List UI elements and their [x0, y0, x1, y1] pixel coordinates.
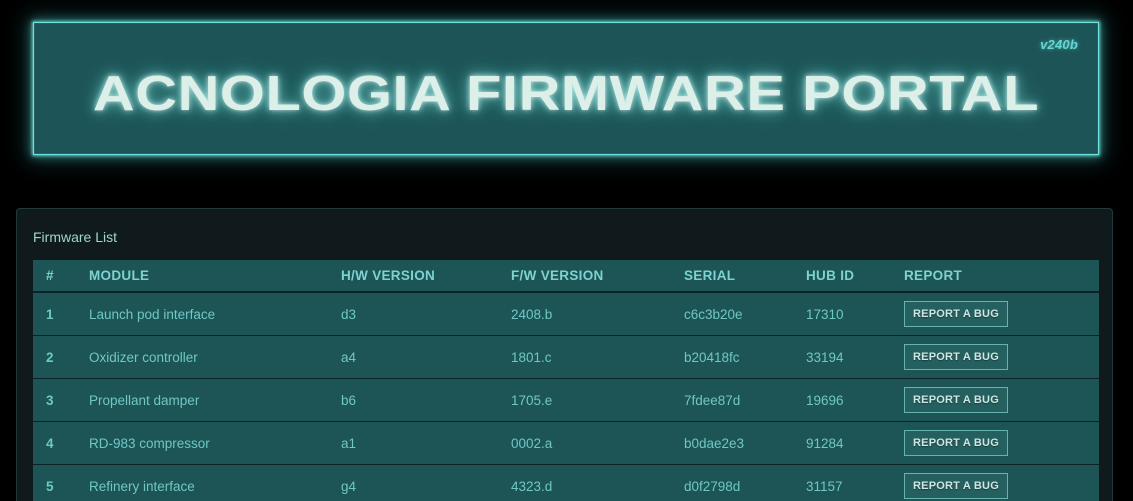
cell-number: 5: [33, 464, 89, 501]
cell-hub-id: 91284: [806, 421, 904, 465]
cell-hub-id: 17310: [806, 292, 904, 336]
column-header-serial[interactable]: SERIAL: [684, 260, 806, 293]
table-row: 1 Launch pod interface d3 2408.b c6c3b20…: [33, 292, 1099, 336]
column-header-module[interactable]: MODULE: [89, 260, 341, 293]
column-header-hub-id[interactable]: HUB ID: [806, 260, 904, 293]
report-a-bug-button[interactable]: REPORT A BUG: [904, 344, 1008, 370]
cell-serial: c6c3b20e: [684, 292, 806, 336]
cell-serial: b0dae2e3: [684, 421, 806, 465]
cell-number: 4: [33, 421, 89, 465]
firmware-table-body: 1 Launch pod interface d3 2408.b c6c3b20…: [33, 292, 1099, 501]
firmware-table: # MODULE H/W VERSION F/W VERSION SERIAL …: [33, 260, 1099, 501]
cell-module: Launch pod interface: [89, 292, 341, 336]
report-a-bug-button[interactable]: REPORT A BUG: [904, 387, 1008, 413]
cell-hw-version: g4: [341, 464, 511, 501]
column-header-number[interactable]: #: [33, 260, 89, 293]
column-header-fw-version[interactable]: F/W VERSION: [511, 260, 684, 293]
cell-report: REPORT A BUG: [904, 464, 1099, 501]
report-a-bug-button[interactable]: REPORT A BUG: [904, 301, 1008, 327]
cell-number: 2: [33, 335, 89, 379]
cell-fw-version: 1801.c: [511, 335, 684, 379]
column-header-hw-version[interactable]: H/W VERSION: [341, 260, 511, 293]
cell-fw-version: 4323.d: [511, 464, 684, 501]
cell-serial: d0f2798d: [684, 464, 806, 501]
cell-fw-version: 2408.b: [511, 292, 684, 336]
cell-report: REPORT A BUG: [904, 335, 1099, 379]
firmware-table-header: # MODULE H/W VERSION F/W VERSION SERIAL …: [33, 260, 1099, 293]
report-a-bug-button[interactable]: REPORT A BUG: [904, 430, 1008, 456]
table-row: 2 Oxidizer controller a4 1801.c b20418fc…: [33, 335, 1099, 379]
cell-fw-version: 1705.e: [511, 378, 684, 422]
cell-module: Propellant damper: [89, 378, 341, 422]
cell-hub-id: 19696: [806, 378, 904, 422]
cell-hw-version: b6: [341, 378, 511, 422]
cell-hub-id: 33194: [806, 335, 904, 379]
cell-fw-version: 0002.a: [511, 421, 684, 465]
cell-module: Oxidizer controller: [89, 335, 341, 379]
cell-hw-version: a1: [341, 421, 511, 465]
cell-serial: 7fdee87d: [684, 378, 806, 422]
cell-module: Refinery interface: [89, 464, 341, 501]
column-header-report[interactable]: REPORT: [904, 260, 1099, 293]
cell-number: 1: [33, 292, 89, 336]
table-row: 4 RD-983 compressor a1 0002.a b0dae2e3 9…: [33, 421, 1099, 465]
cell-report: REPORT A BUG: [904, 292, 1099, 336]
table-row: 5 Refinery interface g4 4323.d d0f2798d …: [33, 464, 1099, 501]
page-title: ACNOLOGIA FIRMWARE PORTAL: [92, 67, 1040, 121]
version-badge: v240b: [1040, 37, 1078, 52]
cell-hub-id: 31157: [806, 464, 904, 501]
portal-banner: v240b ACNOLOGIA FIRMWARE PORTAL: [33, 22, 1099, 155]
cell-hw-version: d3: [341, 292, 511, 336]
cell-number: 3: [33, 378, 89, 422]
cell-serial: b20418fc: [684, 335, 806, 379]
cell-module: RD-983 compressor: [89, 421, 341, 465]
report-a-bug-button[interactable]: REPORT A BUG: [904, 473, 1008, 499]
table-header-row: # MODULE H/W VERSION F/W VERSION SERIAL …: [33, 260, 1099, 293]
firmware-list-panel: Firmware List # MODULE H/W VERSION F/W V…: [16, 208, 1113, 501]
cell-report: REPORT A BUG: [904, 421, 1099, 465]
cell-report: REPORT A BUG: [904, 378, 1099, 422]
banner-frame: v240b ACNOLOGIA FIRMWARE PORTAL: [33, 22, 1099, 155]
cell-hw-version: a4: [341, 335, 511, 379]
panel-title: Firmware List: [33, 229, 118, 245]
table-row: 3 Propellant damper b6 1705.e 7fdee87d 1…: [33, 378, 1099, 422]
